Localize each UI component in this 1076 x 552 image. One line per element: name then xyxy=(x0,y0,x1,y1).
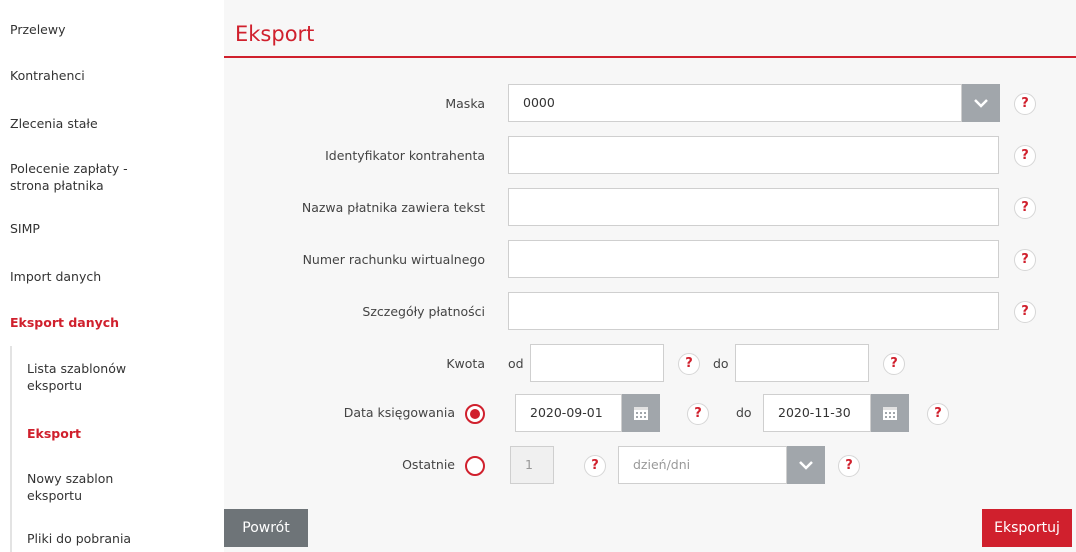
amount-from-input[interactable] xyxy=(530,344,664,382)
sidebar-item-eksport-danych[interactable]: Eksport danych xyxy=(10,314,119,331)
payer-name-input[interactable] xyxy=(508,188,999,226)
virtual-account-input[interactable] xyxy=(508,240,999,278)
payment-details-input[interactable] xyxy=(508,292,999,330)
contractor-id-label: Identyfikator kontrahenta xyxy=(325,148,485,163)
calendar-icon xyxy=(883,407,897,420)
export-button[interactable]: Eksportuj xyxy=(982,509,1072,547)
sidebar: Przelewy Kontrahenci Zlecenia stałe Pole… xyxy=(0,0,212,552)
calendar-icon xyxy=(634,407,648,420)
payer-name-help-icon[interactable]: ? xyxy=(1014,197,1036,219)
amount-to-input[interactable] xyxy=(735,344,869,382)
last-unit-help-icon[interactable]: ? xyxy=(838,455,860,477)
page-title: Eksport xyxy=(235,22,315,46)
booking-date-to-input[interactable]: 2020-11-30 xyxy=(763,394,871,432)
chevron-down-icon xyxy=(974,99,988,108)
sidebar-subitem-pliki-do-pobrania[interactable]: Pliki do pobrania xyxy=(27,530,131,547)
sidebar-item-polecenie-zaplaty[interactable]: Polecenie zapłaty - strona płatnika xyxy=(10,160,128,194)
amount-to-help-icon[interactable]: ? xyxy=(883,353,905,375)
sidebar-item-import-danych[interactable]: Import danych xyxy=(10,268,101,285)
submenu-rail xyxy=(10,346,12,552)
booking-date-radio[interactable] xyxy=(465,404,485,424)
booking-date-from-help-icon[interactable]: ? xyxy=(687,403,709,425)
virtual-account-help-icon[interactable]: ? xyxy=(1014,249,1036,271)
booking-date-to-label: do xyxy=(736,405,752,420)
back-button[interactable]: Powrót xyxy=(224,509,308,547)
booking-date-from-calendar-button[interactable] xyxy=(622,394,660,432)
amount-from-help-icon[interactable]: ? xyxy=(678,353,700,375)
last-unit-select[interactable]: dzień/dni xyxy=(618,446,787,484)
last-count-help-icon[interactable]: ? xyxy=(584,455,606,477)
booking-date-to-calendar-button[interactable] xyxy=(871,394,909,432)
mask-select[interactable]: 0000 xyxy=(508,84,962,122)
chevron-down-icon xyxy=(799,461,813,470)
last-label: Ostatnie xyxy=(402,457,455,472)
sidebar-item-zlecenia-stale[interactable]: Zlecenia stałe xyxy=(10,115,98,132)
mask-help-icon[interactable]: ? xyxy=(1014,93,1036,115)
booking-date-from-input[interactable]: 2020-09-01 xyxy=(515,394,622,432)
amount-from-label: od xyxy=(508,356,524,371)
contractor-id-help-icon[interactable]: ? xyxy=(1014,145,1036,167)
last-radio[interactable] xyxy=(465,456,485,476)
mask-label: Maska xyxy=(445,96,485,111)
booking-date-to-help-icon[interactable]: ? xyxy=(927,403,949,425)
amount-to-label: do xyxy=(713,356,729,371)
booking-date-label: Data księgowania xyxy=(343,405,455,420)
sidebar-item-kontrahenci[interactable]: Kontrahenci xyxy=(10,67,85,84)
virtual-account-label: Numer rachunku wirtualnego xyxy=(302,252,485,267)
sidebar-subitem-lista-szablonow[interactable]: Lista szablonów eksportu xyxy=(27,360,126,394)
page-header: Eksport xyxy=(224,10,1076,58)
sidebar-item-simp[interactable]: SIMP xyxy=(10,220,40,237)
amount-label: Kwota xyxy=(446,356,485,371)
payment-details-help-icon[interactable]: ? xyxy=(1014,301,1036,323)
last-count-input[interactable]: 1 xyxy=(510,446,554,484)
sidebar-item-przelewy[interactable]: Przelewy xyxy=(10,21,66,38)
sidebar-subitem-eksport[interactable]: Eksport xyxy=(27,425,81,442)
payment-details-label: Szczegóły płatności xyxy=(362,304,485,319)
payer-name-label: Nazwa płatnika zawiera tekst xyxy=(301,200,485,215)
last-unit-dropdown-button[interactable] xyxy=(787,446,825,484)
mask-dropdown-button[interactable] xyxy=(962,84,1000,122)
sidebar-subitem-nowy-szablon[interactable]: Nowy szablon eksportu xyxy=(27,470,113,504)
contractor-id-input[interactable] xyxy=(508,136,999,174)
